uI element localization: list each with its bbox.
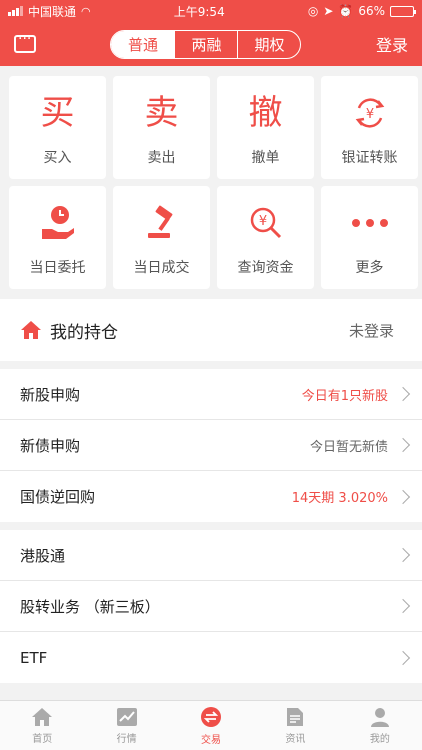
trade-function-grid: 买 买入 卖 卖出 撤 撤单 ¥ 银证转账 当日委托 当日成交 ¥ 查询资金 更…: [0, 66, 422, 299]
exchange-icon: [201, 706, 222, 727]
alarm-icon: ⏰: [338, 4, 354, 18]
tab-market[interactable]: 行情: [84, 701, 168, 750]
chart-icon: [116, 707, 137, 726]
new-bond-label: 新债申购: [20, 436, 81, 455]
my-holdings-row[interactable]: 我的持仓 未登录: [0, 299, 422, 361]
tab-me-label: 我的: [369, 733, 390, 745]
tab-market-label: 行情: [116, 733, 137, 745]
app-header: 普通 两融 期权 登录: [0, 22, 422, 66]
cancel-order-button[interactable]: 撤 撤单: [217, 76, 314, 179]
tab-options[interactable]: 期权: [237, 30, 300, 58]
battery-icon: [390, 5, 416, 17]
reverse-repo-label: 国债逆回购: [20, 488, 96, 506]
today-deals-button[interactable]: 当日成交: [113, 186, 210, 289]
battery-percent: 66%: [358, 4, 385, 18]
user-icon: [370, 707, 389, 727]
chevron-right-icon: [395, 547, 411, 563]
svg-text:¥: ¥: [365, 107, 373, 122]
list-item-etf[interactable]: ETF: [0, 632, 422, 683]
list-item-reverse-repo[interactable]: 国债逆回购 14天期 3.020%: [0, 471, 422, 522]
more-button[interactable]: 更多: [321, 186, 418, 289]
neeq-label: 股转业务 （新三板）: [20, 597, 160, 616]
reverse-repo-info: 14天期 3.020%: [291, 491, 388, 506]
tab-me[interactable]: 我的: [338, 701, 422, 750]
tab-trade[interactable]: 交易: [169, 701, 253, 750]
cancel-label: 撤单: [251, 149, 280, 166]
buy-label: 买入: [43, 149, 72, 166]
tab-margin[interactable]: 两融: [174, 30, 237, 58]
more-label: 更多: [355, 259, 384, 276]
document-icon: [287, 707, 304, 726]
chevron-right-icon: [395, 489, 411, 504]
list-item-ipo[interactable]: 新股申购 今日有1只新股: [0, 369, 422, 420]
today-orders-button[interactable]: 当日委托: [9, 186, 106, 289]
subscription-group: 新股申购 今日有1只新股 新债申购 今日暂无新债 国债逆回购 14天期 3.02…: [0, 369, 422, 522]
today-deals-label: 当日成交: [133, 259, 190, 276]
hk-connect-label: 港股通: [20, 546, 66, 565]
bottom-tab-bar: 首页 行情 交易 资讯 我的: [0, 700, 422, 750]
bank-transfer-label: 银证转账: [341, 149, 398, 166]
tab-normal[interactable]: 普通: [111, 30, 175, 58]
signal-icon: [8, 6, 23, 16]
other-business-group: 港股通 股转业务 （新三板） ETF: [0, 530, 422, 683]
holdings-title: 我的持仓: [50, 322, 118, 343]
tab-news[interactable]: 资讯: [253, 701, 337, 750]
search-yuan-icon: ¥: [246, 199, 286, 247]
lock-rotation-icon: ◎: [307, 4, 319, 18]
tab-trade-label: 交易: [201, 734, 222, 746]
svg-text:¥: ¥: [258, 214, 266, 229]
cancel-icon: 撤: [248, 92, 283, 133]
carrier: 中国联通: [28, 4, 77, 19]
tab-news-label: 资讯: [285, 733, 306, 745]
hand-clock-icon: [38, 199, 78, 247]
home-icon: [32, 707, 53, 726]
tab-home[interactable]: 首页: [0, 701, 84, 750]
location-icon: ➤: [323, 4, 334, 18]
buy-icon: 买: [40, 92, 75, 133]
chevron-right-icon: [395, 650, 411, 665]
list-item-hk-connect[interactable]: 港股通: [0, 530, 422, 581]
buy-button[interactable]: 买 买入: [9, 76, 106, 179]
list-item-neeq[interactable]: 股转业务 （新三板）: [0, 581, 422, 632]
chevron-right-icon: [395, 386, 411, 402]
query-funds-button[interactable]: ¥ 查询资金: [217, 186, 314, 289]
list-item-new-bond[interactable]: 新债申购 今日暂无新债: [0, 420, 422, 471]
tab-home-label: 首页: [32, 733, 53, 745]
chevron-right-icon: [395, 437, 411, 453]
wifi-icon: ◠: [81, 4, 91, 18]
etf-label: ETF: [20, 648, 48, 667]
status-bar: 中国联通 ◠ 上午9:54 ◎ ➤ ⏰ 66%: [0, 0, 422, 22]
home-icon: [21, 321, 41, 339]
gavel-icon: [142, 199, 182, 247]
ipo-label: 新股申购: [20, 385, 81, 404]
status-time: 上午9:54: [173, 4, 225, 19]
account-type-segmented-control: 普通 两融 期权: [110, 29, 302, 59]
top-bar: 中国联通 ◠ 上午9:54 ◎ ➤ ⏰ 66% 普通 两融 期权 登录: [0, 0, 422, 66]
login-button[interactable]: 登录: [376, 32, 408, 56]
sell-button[interactable]: 卖 卖出: [113, 76, 210, 179]
yuan-exchange-icon: ¥: [351, 89, 389, 137]
message-icon[interactable]: [14, 31, 36, 53]
today-orders-label: 当日委托: [29, 259, 86, 276]
query-funds-label: 查询资金: [237, 259, 294, 276]
sell-label: 卖出: [147, 149, 176, 166]
chevron-right-icon: [395, 598, 411, 614]
new-bond-info: 今日暂无新债: [309, 439, 388, 455]
ipo-info: 今日有1只新股: [301, 388, 388, 404]
more-dots-icon: [350, 199, 390, 247]
bank-transfer-button[interactable]: ¥ 银证转账: [321, 76, 418, 179]
sell-icon: 卖: [144, 92, 179, 133]
holdings-status: 未登录: [348, 321, 394, 340]
